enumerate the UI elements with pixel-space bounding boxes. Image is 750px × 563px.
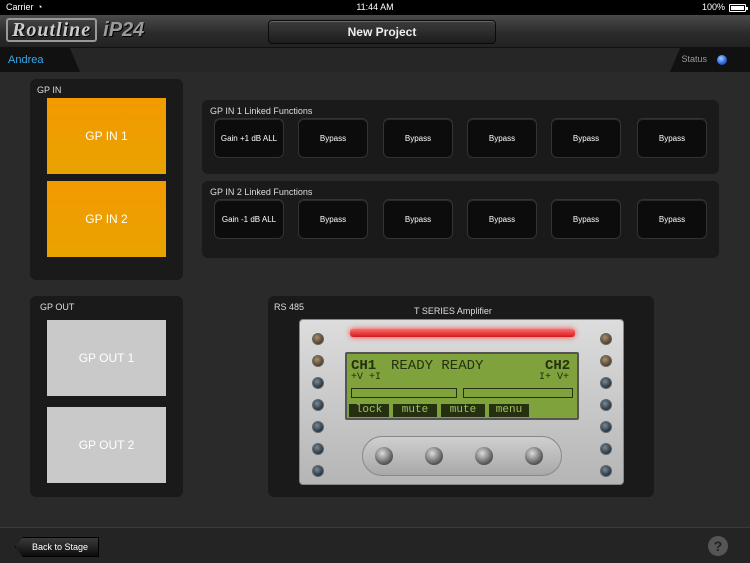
model-logo: iP24 [103,18,145,41]
gp-in-2-func-1-button[interactable]: Gain -1 dB ALL [214,199,284,239]
lcd-meter-right [463,388,573,398]
gp-in-1-func-6-button[interactable]: Bypass [637,118,707,158]
amplifier-button-2[interactable] [425,447,443,465]
brand-logo: Routline [6,18,98,42]
app-header: Routline iP24 New Project [0,15,750,48]
left-led-7 [312,465,324,477]
app-logo: Routline iP24 [6,17,144,43]
gp-in-1-linked-title: GP IN 1 Linked Functions [210,106,313,116]
lcd-meter-left [351,388,457,398]
gp-in-2-linked-title: GP IN 2 Linked Functions [210,187,313,197]
gp-in-2-func-2-button[interactable]: Bypass [298,199,368,239]
lcd-meter-left-label: +V +I [351,372,382,383]
gp-in-2-linked-panel: GP IN 2 Linked Functions Gain -1 dB ALL … [202,181,719,258]
amplifier-button-1[interactable] [375,447,393,465]
lcd-softkey-mute-1: mute [393,404,437,417]
gp-out-title: GP OUT [40,302,75,312]
lcd-softkey-lock: lock [349,404,389,417]
help-icon[interactable]: ? [708,536,728,556]
project-title-button[interactable]: New Project [268,20,496,44]
left-led-1 [312,333,324,345]
gp-out-2-button[interactable]: GP OUT 2 [47,407,166,483]
amplifier-button-3[interactable] [475,447,493,465]
status-label: Status [681,54,707,64]
amplifier-button-bar [362,436,562,476]
right-led-4 [600,399,612,411]
gp-out-panel: GP OUT GP OUT 1 GP OUT 2 [30,296,183,497]
gp-in-2-func-4-button[interactable]: Bypass [467,199,537,239]
amplifier-button-4[interactable] [525,447,543,465]
gp-in-1-button[interactable]: GP IN 1 [47,98,166,174]
gp-in-1-func-2-button[interactable]: Bypass [298,118,368,158]
left-led-3 [312,377,324,389]
gp-in-2-func-3-button[interactable]: Bypass [383,199,453,239]
lcd-ready: READY READY [391,358,484,374]
back-to-stage-button[interactable]: Back to Stage [15,537,99,557]
status-led-icon[interactable] [717,55,727,65]
gp-in-1-func-3-button[interactable]: Bypass [383,118,453,158]
clock: 11:44 AM [356,2,394,12]
amplifier-red-light [350,329,575,337]
battery-icon [729,4,748,12]
amplifier-front-panel[interactable]: CH1 READY READY CH2 +V +I I+ V+ lock mut… [299,319,624,485]
amplifier-lcd: CH1 READY READY CH2 +V +I I+ V+ lock mut… [345,352,579,420]
status-bar: Carrier ◔ 11:44 AM 100% [0,0,750,15]
right-led-7 [600,465,612,477]
right-led-6 [600,443,612,455]
bottom-bar: Back to Stage ? [0,527,750,563]
gp-out-1-button[interactable]: GP OUT 1 [47,320,166,396]
gp-in-2-func-6-button[interactable]: Bypass [637,199,707,239]
right-led-2 [600,355,612,367]
lcd-softkey-mute-2: mute [441,404,485,417]
gp-in-title: GP IN [37,85,62,95]
left-led-4 [312,399,324,411]
gp-in-panel: GP IN GP IN 1 GP IN 2 [30,79,183,280]
left-led-6 [312,443,324,455]
gp-in-2-func-5-button[interactable]: Bypass [551,199,621,239]
lcd-softkey-menu: menu [489,404,529,417]
gp-in-1-func-4-button[interactable]: Bypass [467,118,537,158]
user-bar: Andrea Status [0,48,750,72]
gp-in-2-button[interactable]: GP IN 2 [47,181,166,257]
battery-percent: 100% [701,2,725,12]
gp-in-1-linked-panel: GP IN 1 Linked Functions Gain +1 dB ALL … [202,100,719,174]
rs485-title: RS 485 [274,302,305,312]
left-led-2 [312,355,324,367]
left-led-5 [312,421,324,433]
right-led-3 [600,377,612,389]
lcd-meter-right-label: I+ V+ [539,372,570,383]
gp-in-1-func-5-button[interactable]: Bypass [551,118,621,158]
right-led-1 [600,333,612,345]
gp-in-1-func-1-button[interactable]: Gain +1 dB ALL [214,118,284,158]
amplifier-title: T SERIES Amplifier [414,306,492,316]
right-led-5 [600,421,612,433]
user-name[interactable]: Andrea [8,54,43,66]
